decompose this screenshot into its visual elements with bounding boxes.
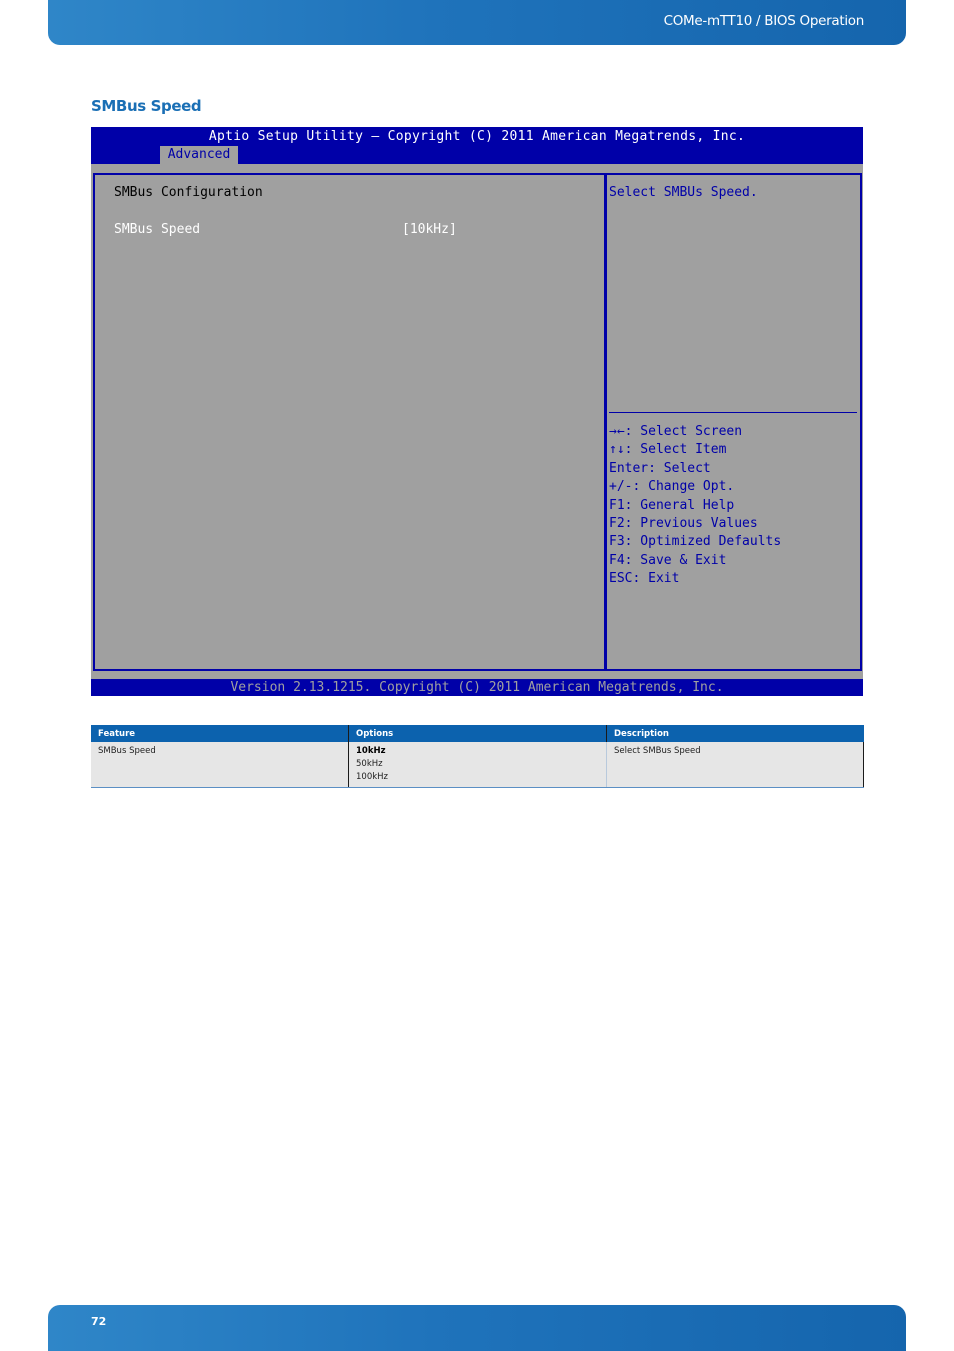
key-optimized-defaults: F3: Optimized Defaults [609, 534, 782, 550]
smbus-speed-value[interactable]: [10kHz] [402, 222, 457, 237]
feature-table: Feature Options Description SMBus Speed … [91, 725, 864, 788]
key-change-opt: +/-: Change Opt. [609, 479, 735, 495]
cell-options: 10kHz 50kHz 100kHz [348, 742, 607, 788]
key-legend: →←: Select Screen ↑↓: Select Item Enter:… [609, 423, 781, 589]
section-title: SMBus Speed [91, 97, 202, 115]
page-number: 72 [91, 1315, 107, 1328]
header-options: Options [348, 725, 607, 742]
header-feature: Feature [91, 725, 349, 742]
bios-title: Aptio Setup Utility – Copyright (C) 2011… [208, 129, 746, 144]
menu-heading: SMBus Configuration [114, 185, 263, 200]
bios-screenshot: Aptio Setup Utility – Copyright (C) 2011… [91, 127, 863, 696]
header-description: Description [606, 725, 864, 742]
key-enter-select: Enter: Select [609, 460, 711, 476]
bios-help-panel: Select SMBUs Speed. →←: Select Screen ↑↓… [604, 173, 862, 671]
key-select-item: ↑↓: Select Item [609, 442, 727, 458]
key-general-help: F1: General Help [609, 497, 735, 513]
bios-title-bar: Aptio Setup Utility – Copyright (C) 2011… [91, 127, 863, 164]
key-select-screen: →←: Select Screen [609, 424, 743, 439]
help-divider [609, 412, 857, 413]
tab-advanced[interactable]: Advanced [160, 146, 238, 164]
cell-feature: SMBus Speed [91, 742, 349, 788]
bios-settings-panel: SMBus Configuration SMBus Speed [10kHz] [93, 173, 607, 671]
document-title: COMe-mTT10 / BIOS Operation [663, 13, 865, 29]
bios-footer-bar: Version 2.13.1215. Copyright (C) 2011 Am… [91, 679, 863, 696]
smbus-speed-setting[interactable]: SMBus Speed [114, 222, 200, 237]
option-default: 10kHz [356, 746, 386, 756]
page-footer: 72 [48, 1305, 906, 1351]
cell-description: Select SMBus Speed [606, 742, 864, 788]
table-header-row: Feature Options Description [91, 725, 864, 742]
option: 100kHz [356, 772, 388, 782]
help-text: Select SMBUs Speed. [609, 185, 758, 200]
key-save-exit: F4: Save & Exit [609, 552, 727, 568]
table-row: SMBus Speed 10kHz 50kHz 100kHz Select SM… [91, 742, 864, 788]
bios-version: Version 2.13.1215. Copyright (C) 2011 Am… [230, 680, 724, 695]
option: 50kHz [356, 759, 383, 769]
key-previous-values: F2: Previous Values [609, 515, 758, 531]
page-header: COMe-mTT10 / BIOS Operation [48, 0, 906, 45]
key-exit: ESC: Exit [609, 571, 680, 587]
